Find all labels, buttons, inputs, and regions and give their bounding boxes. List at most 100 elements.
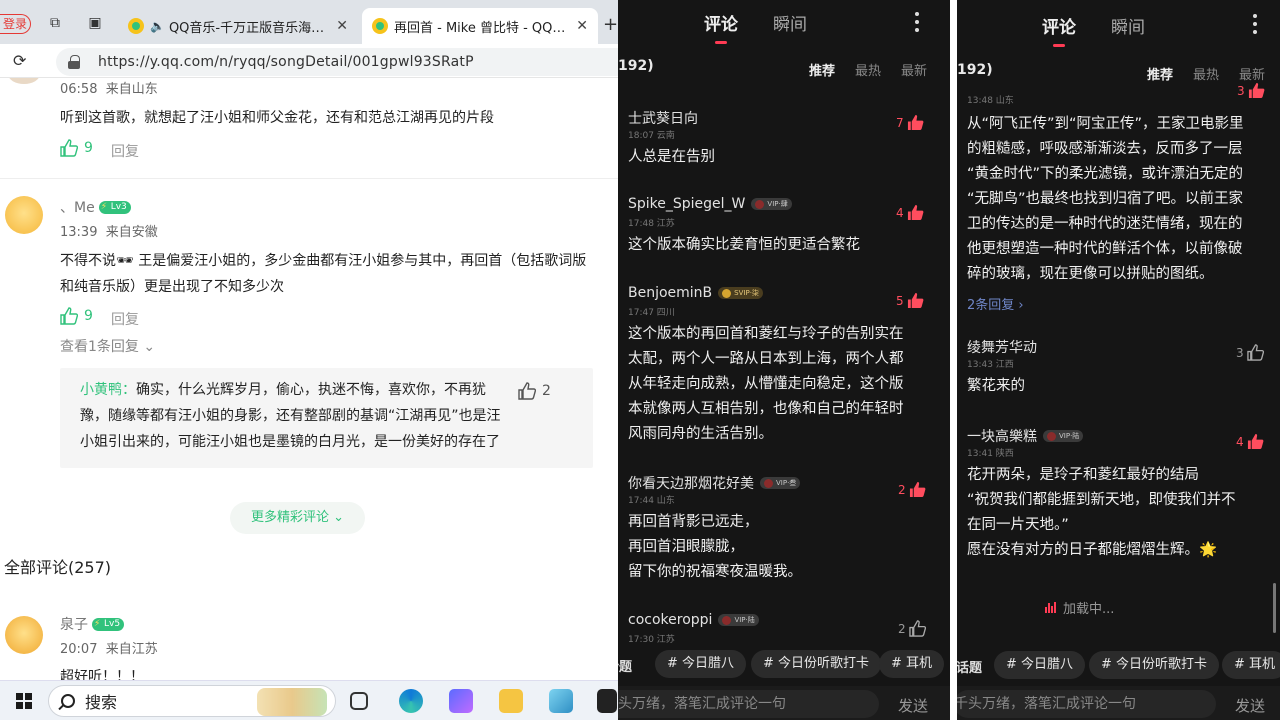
reply-button[interactable]: 回复 <box>111 309 139 329</box>
thumbs-up-icon <box>1247 433 1264 450</box>
app-icon[interactable] <box>597 689 617 713</box>
avatar[interactable] <box>8 78 40 84</box>
comment-input[interactable]: 千头万绪，落笔汇成评论一句 <box>957 690 1216 718</box>
sort-recommended[interactable]: 推荐 <box>1147 64 1173 83</box>
topic-tag[interactable]: # 今日份听歌打卡 <box>751 650 882 678</box>
comment-meta: 18:07 云南 <box>628 131 675 141</box>
comment-text: 这个版本的再回首和菱红与玲子的告别实在 太配，两个人一路从日本到上海，两个人都 … <box>628 326 904 442</box>
like-button[interactable]: 4 <box>1236 433 1264 450</box>
like-button[interactable]: 9 <box>60 307 93 325</box>
reply-button[interactable]: 回复 <box>111 141 139 161</box>
comment-username[interactable]: Spike_Spiegel_W VIP·肆 <box>628 196 792 212</box>
view-replies-link[interactable]: 查看1条回复 ⌄ <box>60 336 155 356</box>
comment-username[interactable]: 泉子 Lv5 <box>60 614 125 634</box>
close-tab-icon[interactable]: ✕ <box>576 18 588 34</box>
windows-start-icon[interactable] <box>16 693 32 709</box>
send-button[interactable]: 发送 <box>1235 695 1265 716</box>
copilot-icon[interactable] <box>449 689 473 713</box>
task-view-icon[interactable] <box>350 692 368 710</box>
comment-meta: 13:43 江西 <box>967 360 1014 370</box>
comment-input-bar: 千头万绪，落笔汇成评论一句 发送 <box>957 686 1280 720</box>
all-comments-title: 全部评论(257) <box>4 558 112 577</box>
comments-page: 06:58 来自山东 听到这首歌，就想起了汪小姐和师父金花，还有和范总江湖再见的… <box>0 78 618 680</box>
sort-newest[interactable]: 最新 <box>1239 64 1265 83</box>
thumbs-up-icon <box>907 114 924 131</box>
topic-label[interactable]: 话题 <box>618 656 632 675</box>
like-button[interactable]: 2 <box>898 481 926 498</box>
topic-tag[interactable]: # 今日份听歌打卡 <box>1089 651 1220 679</box>
app-icon[interactable] <box>549 689 573 713</box>
tab-song-detail[interactable]: 再回首 - Mike 曾比特 - QQ音乐-千万正版音乐海量无损曲库 ✕ <box>362 8 598 44</box>
thumbs-up-icon <box>907 204 924 221</box>
topic-tag[interactable]: # 耳机 <box>1222 651 1280 679</box>
more-comments-button[interactable]: 更多精彩评论 ⌄ <box>230 502 365 534</box>
like-button[interactable]: 2 <box>518 382 551 400</box>
tab-actions-icon[interactable]: ▣ <box>86 14 104 32</box>
like-button[interactable]: 2 <box>898 620 926 637</box>
topic-tag[interactable]: # 今日腊八 <box>994 651 1086 679</box>
sort-recommended[interactable]: 推荐 <box>809 60 835 79</box>
like-button[interactable]: 7 <box>896 114 924 131</box>
thumbs-up-icon <box>908 620 926 637</box>
topic-tag[interactable]: # 今日腊八 <box>655 650 747 678</box>
comment-username[interactable]: cocokeroppi VIP·陆 <box>628 612 759 628</box>
divider <box>0 178 618 179</box>
comment-input-bar: 千头万绪，落笔汇成评论一句 发送 <box>618 686 950 720</box>
like-count: 9 <box>84 308 93 324</box>
comment-username[interactable]: 一块高樂糕 VIP·陆 <box>967 426 1084 446</box>
tab-moments[interactable]: 瞬间 <box>1111 13 1145 38</box>
qqmusic-favicon-icon <box>372 18 388 34</box>
avatar[interactable] <box>5 616 43 654</box>
topic-tag[interactable]: # 耳机 <box>879 650 945 678</box>
browser-window: 登录 ⧉ ▣ 🔈 QQ音乐-千万正版音乐海量无损曲库新歌热歌天天畅听的高品质音乐… <box>0 0 618 720</box>
comment-count: 192) <box>618 58 654 74</box>
tab-comments[interactable]: 评论 <box>1042 13 1076 47</box>
edge-icon[interactable] <box>399 689 423 713</box>
scrollbar[interactable] <box>1273 583 1276 633</box>
tab-comments[interactable]: 评论 <box>704 10 738 44</box>
new-tab-button[interactable]: + <box>603 14 618 35</box>
url-field[interactable]: https://y.qq.com/n/ryqq/songDetail/001gp… <box>56 48 618 76</box>
sort-hottest[interactable]: 最热 <box>855 60 881 79</box>
comment-input[interactable]: 千头万绪，落笔汇成评论一句 <box>618 690 879 718</box>
like-button[interactable]: 9 <box>60 139 93 157</box>
taskbar-search[interactable]: 搜索 <box>48 685 336 717</box>
comment-meta: 06:58 来自山东 <box>60 82 158 97</box>
speaker-icon[interactable]: 🔈 <box>150 19 165 33</box>
like-button[interactable]: 5 <box>896 292 924 309</box>
comment-meta: 17:30 江苏 <box>628 635 675 645</box>
view-replies-link[interactable]: 2条回复 › <box>967 294 1024 313</box>
level-badge: Lv3 <box>98 200 131 214</box>
login-tab[interactable]: 登录 <box>0 14 32 34</box>
file-explorer-icon[interactable] <box>499 689 523 713</box>
comment-username[interactable]: BenjoeminB SVIP·柒 <box>628 285 763 301</box>
comment-username[interactable]: 你看天边那烟花好美 VIP·叁 <box>628 473 801 493</box>
like-button[interactable]: 3 <box>1237 82 1265 99</box>
thumbs-up-icon <box>60 139 78 157</box>
topic-tag-bar: 话题 # 今日腊八 # 今日份听歌打卡 # 耳机 <box>618 646 950 682</box>
tab-moments[interactable]: 瞬间 <box>773 10 807 35</box>
phone-header: 评论 瞬间 <box>618 0 950 44</box>
comment-username[interactable]: 绫舞芳华动 <box>967 337 1037 357</box>
avatar[interactable] <box>5 196 43 234</box>
search-label: 搜索 <box>85 693 118 712</box>
browser-tabbar: 登录 ⧉ ▣ 🔈 QQ音乐-千万正版音乐海量无损曲库新歌热歌天天畅听的高品质音乐… <box>0 0 618 44</box>
sort-hottest[interactable]: 最热 <box>1193 64 1219 83</box>
like-button[interactable]: 3 <box>1236 344 1264 361</box>
comment-username[interactable]: 士武葵日向 <box>628 108 698 128</box>
reload-icon[interactable]: ⟳ <box>13 51 26 70</box>
more-options-icon[interactable] <box>915 12 919 32</box>
comment-username[interactable]: 、Me Lv3 <box>60 197 131 217</box>
topic-tag-bar: 话题 # 今日腊八 # 今日份听歌打卡 # 耳机 <box>957 646 1280 682</box>
lock-icon[interactable] <box>68 55 80 69</box>
url-text: https://y.qq.com/n/ryqq/songDetail/001gp… <box>98 54 474 70</box>
like-button[interactable]: 4 <box>896 204 924 221</box>
more-options-icon[interactable] <box>1253 14 1257 34</box>
send-button[interactable]: 发送 <box>898 695 928 716</box>
topic-label[interactable]: 话题 <box>957 657 982 676</box>
close-tab-icon[interactable]: ✕ <box>336 18 348 34</box>
tab-title: 再回首 - Mike 曾比特 - QQ音乐-千万正版音乐海量无损曲库 <box>394 20 568 36</box>
sort-newest[interactable]: 最新 <box>901 60 927 79</box>
tab-qqmusic-home[interactable]: 🔈 QQ音乐-千万正版音乐海量无损曲库新歌热歌天天畅听的高品质音乐平台！ ✕ <box>118 8 358 44</box>
workspaces-icon[interactable]: ⧉ <box>46 14 64 32</box>
